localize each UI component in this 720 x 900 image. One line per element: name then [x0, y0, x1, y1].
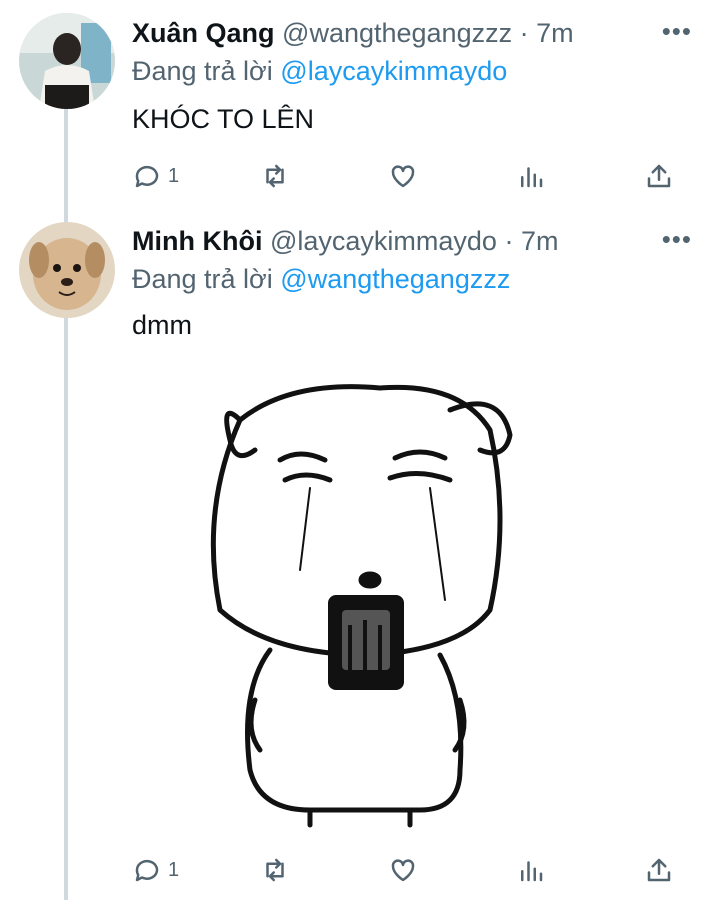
- action-bar: 1: [132, 853, 680, 887]
- more-icon[interactable]: •••: [662, 222, 692, 256]
- reply-icon: [135, 859, 159, 882]
- reply-count: 1: [168, 164, 180, 187]
- share-button[interactable]: [644, 159, 674, 193]
- share-button[interactable]: [644, 853, 674, 887]
- retweet-button[interactable]: [260, 159, 290, 193]
- reply-count: 1: [168, 858, 180, 881]
- reply-prefix: Đang trả lời: [132, 264, 273, 294]
- share-icon: [647, 164, 671, 188]
- timestamp[interactable]: · 7m: [504, 226, 558, 256]
- share-icon: [647, 858, 671, 882]
- analytics-button[interactable]: [516, 853, 546, 887]
- tweet-header: Xuân Qang @wangthegangzzz · 7m: [132, 16, 574, 50]
- reply-icon: [135, 165, 159, 188]
- avatar[interactable]: [19, 13, 115, 109]
- tweet-text: KHÓC TO LÊN: [132, 104, 315, 134]
- analytics-icon: [521, 861, 543, 882]
- reply-prefix: Đang trả lời: [132, 56, 273, 86]
- user-handle[interactable]: @wangthegangzzz: [282, 18, 512, 48]
- reply-context: Đang trả lời @wangthegangzzz: [132, 262, 510, 296]
- reply-mention[interactable]: @laycaykimmaydo: [280, 56, 507, 86]
- tweet-text: dmm: [132, 310, 192, 340]
- like-icon: [391, 859, 415, 882]
- action-bar: 1: [132, 159, 680, 193]
- display-name[interactable]: Xuân Qang: [132, 18, 275, 48]
- reply-button[interactable]: 1: [132, 159, 179, 193]
- tweet-header: Minh Khôi @laycaykimmaydo · 7m: [132, 224, 558, 258]
- tweet-media-image[interactable]: [160, 370, 560, 830]
- user-handle[interactable]: @laycaykimmaydo: [270, 226, 497, 256]
- retweet-icon: [266, 164, 284, 188]
- avatar[interactable]: [19, 222, 115, 318]
- tweet[interactable]: Xuân Qang @wangthegangzzz · 7m ••• Đang …: [0, 0, 720, 210]
- reply-context: Đang trả lời @laycaykimmaydo: [132, 54, 507, 88]
- reply-button[interactable]: 1: [132, 853, 179, 887]
- retweet-icon: [266, 858, 284, 882]
- like-button[interactable]: [388, 853, 418, 887]
- reply-mention[interactable]: @wangthegangzzz: [280, 264, 510, 294]
- timestamp[interactable]: · 7m: [520, 18, 574, 48]
- analytics-icon: [521, 167, 543, 188]
- like-button[interactable]: [388, 159, 418, 193]
- display-name[interactable]: Minh Khôi: [132, 226, 262, 256]
- analytics-button[interactable]: [516, 159, 546, 193]
- like-icon: [391, 165, 415, 188]
- more-icon[interactable]: •••: [662, 14, 692, 48]
- retweet-button[interactable]: [260, 853, 290, 887]
